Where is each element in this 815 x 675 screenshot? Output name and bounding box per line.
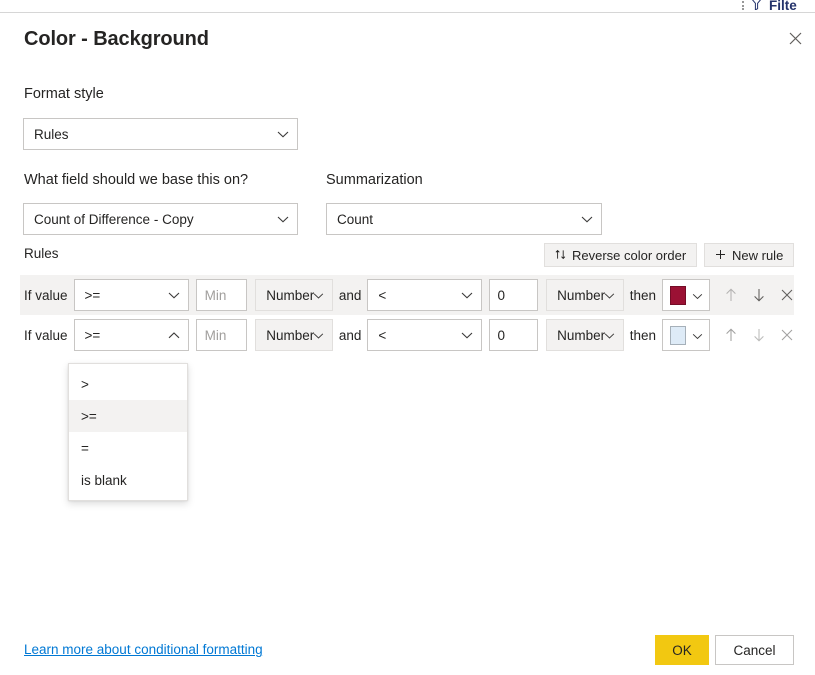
page-title: Color - Background	[24, 28, 209, 50]
rule-1-operator-select[interactable]: >=	[73, 279, 189, 311]
close-icon[interactable]	[780, 287, 794, 303]
rule-1-operator2-select[interactable]: <	[367, 279, 482, 311]
new-rule-button[interactable]: New rule	[704, 243, 795, 267]
operator-dropdown-menu: > >= = is blank	[68, 363, 188, 501]
menu-item-equal[interactable]: =	[69, 432, 187, 464]
conditional-formatting-dialog: Color - Background Format style Rules Wh…	[0, 13, 815, 675]
and-label: and	[338, 327, 362, 343]
chevron-down-icon	[461, 328, 473, 343]
rule-1-max-input[interactable]: 0	[488, 279, 539, 311]
rule-2-color-swatch	[669, 325, 686, 345]
summarization-select[interactable]: Count	[326, 203, 602, 235]
base-field-select[interactable]: Count of Difference - Copy	[23, 203, 298, 235]
table-row: If value >= Min Number and < 0 Number th…	[20, 315, 794, 355]
menu-item-greater-equal[interactable]: >=	[69, 400, 187, 432]
chevron-down-icon	[168, 288, 180, 303]
rule-2-value2-type: Number	[557, 327, 606, 343]
and-label: and	[338, 287, 362, 303]
funnel-icon	[751, 0, 762, 13]
rule-1-color-swatch	[669, 285, 686, 305]
reverse-color-order-label: Reverse color order	[572, 247, 687, 263]
filters-pane-title: Filte	[769, 0, 797, 13]
base-field-value: Count of Difference - Copy	[34, 211, 194, 227]
rule-1-min-placeholder: Min	[204, 287, 227, 303]
reverse-color-order-button[interactable]: Reverse color order	[544, 243, 698, 267]
screen: Filte Color - Background Format style Ru…	[0, 0, 815, 675]
rule-2-operator2-select[interactable]: <	[367, 319, 482, 351]
rule-2-min-input[interactable]: Min	[195, 319, 248, 351]
chevron-down-icon	[692, 328, 703, 343]
rule-2-max-value: 0	[497, 327, 506, 343]
rule-1-max-value: 0	[497, 287, 506, 303]
chevron-down-icon	[461, 288, 473, 303]
arrow-up-icon[interactable]	[724, 327, 738, 343]
rule-2-max-input[interactable]: 0	[488, 319, 539, 351]
plus-icon	[715, 248, 726, 263]
rule-1-min-input[interactable]: Min	[195, 279, 248, 311]
menu-item-is-blank[interactable]: is blank	[69, 464, 187, 496]
cancel-button[interactable]: Cancel	[715, 635, 794, 665]
if-value-label: If value	[24, 287, 68, 303]
format-style-value: Rules	[34, 126, 69, 142]
ok-button[interactable]: OK	[655, 635, 709, 665]
rule-2-value-type: Number	[266, 327, 315, 343]
summarization-label: Summarization	[326, 172, 423, 188]
chevron-down-icon	[692, 288, 703, 303]
chevron-down-icon	[277, 212, 289, 227]
format-style-select[interactable]: Rules	[23, 118, 298, 150]
chevron-down-icon	[313, 288, 324, 303]
chevron-up-icon	[168, 328, 180, 343]
rule-1-actions	[724, 287, 794, 303]
table-row: If value >= Min Number and < 0 Number th…	[20, 275, 794, 315]
chevron-down-icon	[313, 328, 324, 343]
new-rule-label: New rule	[732, 247, 784, 263]
rule-1-value-type: Number	[266, 287, 315, 303]
menu-item-greater-than[interactable]: >	[69, 368, 187, 400]
base-field-label: What field should we base this on?	[24, 172, 249, 188]
rule-1-value-type-select[interactable]: Number	[255, 279, 333, 311]
rule-2-operator-select[interactable]: >=	[73, 319, 189, 351]
rule-1-value2-type: Number	[557, 287, 606, 303]
then-label: then	[629, 327, 656, 343]
arrow-down-icon[interactable]	[752, 287, 766, 303]
rules-section-label: Rules	[24, 246, 59, 261]
rule-2-actions	[724, 327, 794, 343]
close-icon[interactable]	[780, 24, 810, 52]
rule-2-value2-type-select[interactable]: Number	[546, 319, 624, 351]
if-value-label: If value	[24, 327, 68, 343]
arrow-up-icon[interactable]	[724, 287, 738, 303]
summarization-value: Count	[337, 211, 374, 227]
rule-1-color-picker[interactable]	[661, 279, 710, 311]
rule-2-operator2-value: <	[378, 327, 387, 343]
rule-2-min-placeholder: Min	[204, 327, 227, 343]
learn-more-link[interactable]: Learn more about conditional formatting	[24, 642, 263, 657]
chevron-down-icon	[604, 288, 615, 303]
kebab-menu-icon[interactable]	[742, 1, 744, 10]
rule-2-color-picker[interactable]	[661, 319, 710, 351]
rule-1-operator-value: >=	[84, 287, 101, 303]
chevron-down-icon	[277, 127, 289, 142]
filters-pane-header: Filte	[742, 0, 797, 13]
rule-1-value2-type-select[interactable]: Number	[546, 279, 624, 311]
chevron-down-icon	[604, 328, 615, 343]
rule-2-operator-value: >=	[84, 327, 101, 343]
sort-order-icon	[555, 248, 566, 263]
rule-2-value-type-select[interactable]: Number	[255, 319, 333, 351]
chevron-down-icon	[581, 212, 593, 227]
rule-1-operator2-value: <	[378, 287, 387, 303]
background-app-strip	[0, 0, 815, 13]
arrow-down-icon[interactable]	[752, 327, 766, 343]
then-label: then	[629, 287, 656, 303]
close-icon[interactable]	[780, 327, 794, 343]
format-style-label: Format style	[24, 86, 104, 102]
